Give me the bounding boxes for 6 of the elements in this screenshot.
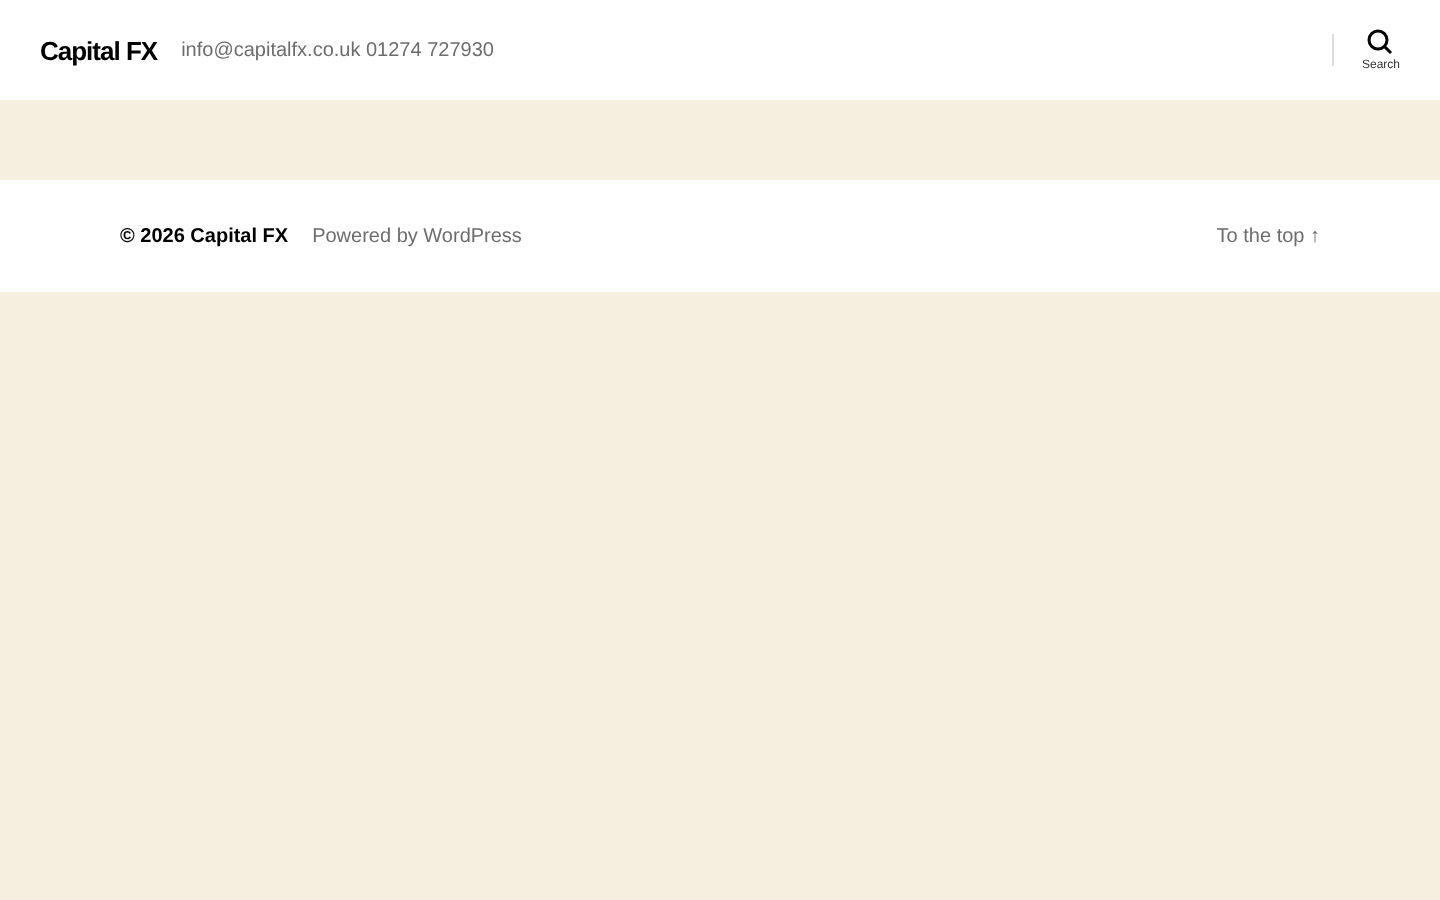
site-title[interactable]: Capital FX — [40, 35, 158, 65]
search-icon — [1366, 28, 1395, 56]
site-description: info@capitalfx.co.uk 01274 727930 — [181, 39, 494, 61]
copyright-text: © 2026 Capital FX — [120, 225, 289, 247]
powered-by-link[interactable]: Powered by WordPress — [312, 225, 522, 247]
to-top-link[interactable]: To the top ↑ — [1216, 225, 1320, 247]
